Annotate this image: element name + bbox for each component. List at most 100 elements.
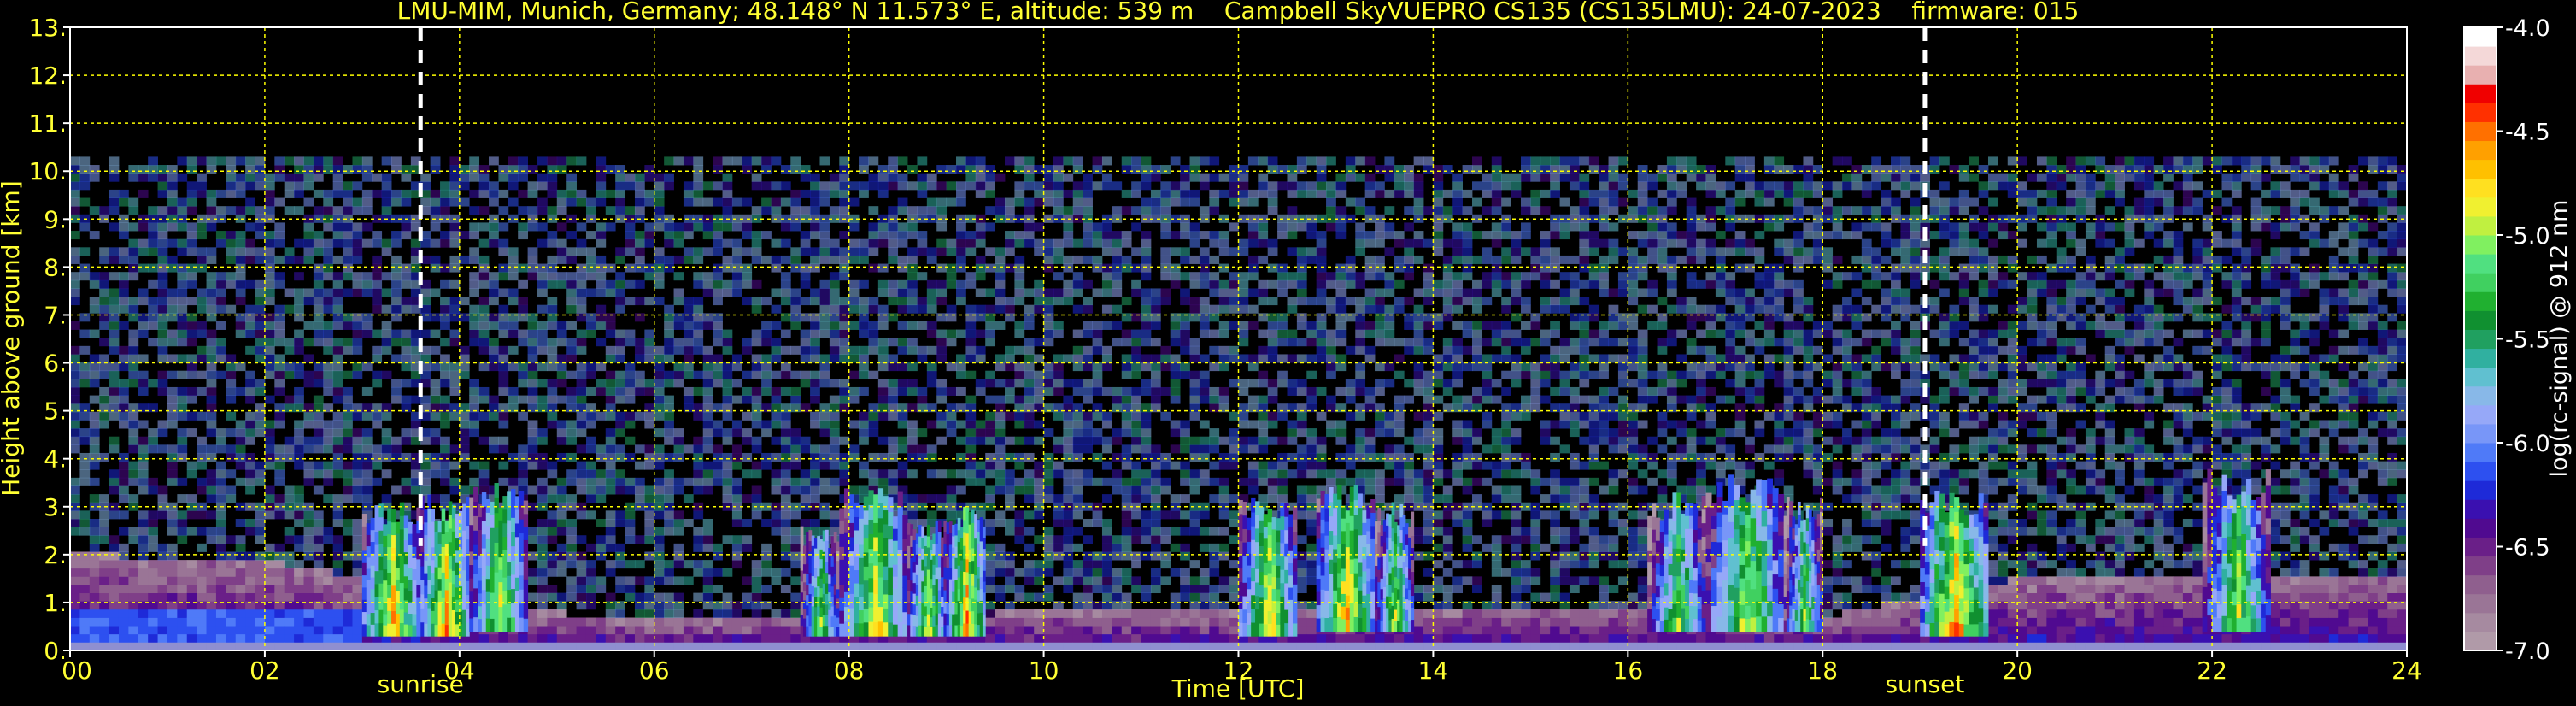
heatmap-cell	[401, 338, 412, 347]
heatmap-cell	[693, 535, 704, 544]
heatmap-cell	[79, 510, 91, 520]
heatmap-cell	[742, 518, 753, 528]
heatmap-cell	[985, 551, 996, 561]
heatmap-cell	[780, 609, 791, 618]
heatmap-cell	[556, 255, 567, 264]
heatmap-cell	[985, 206, 996, 215]
heatmap-cell	[527, 461, 538, 470]
heatmap-cell	[1014, 189, 1025, 198]
ceilometer-chart: 00 02 04 06 08 10 12 14 16 18 20 22 24 0.1.2.3.4.5.6…	[0, 0, 2576, 706]
heatmap-cell	[780, 428, 791, 438]
heatmap-cell	[800, 247, 811, 256]
heatmap-cell	[372, 411, 383, 421]
heatmap-cell	[566, 304, 577, 314]
heatmap-cell	[1014, 395, 1025, 404]
heatmap-cell	[956, 255, 966, 264]
heatmap-cell	[118, 304, 129, 314]
heatmap-cell	[829, 411, 840, 421]
heatmap-cell	[498, 263, 509, 273]
heatmap-cell	[1229, 165, 1239, 174]
heatmap-cell	[1101, 551, 1112, 561]
heatmap-cell	[537, 592, 548, 602]
heatmap-cell	[839, 206, 850, 215]
heatmap-cell	[226, 231, 237, 240]
heatmap-cell	[264, 617, 275, 627]
heatmap-cell	[313, 206, 324, 215]
heatmap-cell	[1121, 370, 1132, 379]
heatmap-cell	[1053, 354, 1064, 363]
heatmap-cell	[859, 321, 869, 330]
heatmap-cell	[664, 469, 674, 479]
heatmap-cell	[323, 494, 334, 503]
heatmap-cell	[1092, 288, 1103, 297]
heatmap-cell	[148, 165, 158, 174]
heatmap-cell	[343, 518, 353, 528]
heatmap-cell	[1024, 395, 1035, 404]
heatmap-cell	[79, 551, 91, 561]
heatmap-cell	[547, 345, 558, 355]
heatmap-cell	[294, 362, 304, 372]
heatmap-cell	[157, 181, 168, 191]
heatmap-cell	[907, 510, 918, 520]
heatmap-cell	[508, 272, 519, 281]
heatmap-cell	[693, 304, 704, 314]
heatmap-cell	[1199, 263, 1210, 273]
heatmap-cell	[537, 345, 548, 355]
heatmap-cell	[1189, 609, 1200, 618]
heatmap-cell	[226, 370, 237, 379]
heatmap-cell	[226, 584, 237, 594]
heatmap-cell	[975, 189, 986, 198]
heatmap-cell	[343, 485, 353, 495]
heatmap-cell	[1121, 297, 1132, 306]
heatmap-cell	[313, 617, 324, 627]
heatmap-cell	[1005, 452, 1015, 462]
heatmap-cell	[1229, 626, 1239, 635]
heatmap-cell	[1014, 485, 1025, 495]
heatmap-cell	[1092, 609, 1103, 618]
heatmap-cell	[518, 329, 529, 338]
heatmap-cell	[1150, 461, 1161, 470]
heatmap-cell	[1053, 362, 1064, 372]
heatmap-cell	[449, 255, 461, 264]
heatmap-cell	[352, 338, 363, 347]
heatmap-cell	[527, 642, 538, 651]
heatmap-cell	[751, 362, 762, 372]
heatmap-cell	[138, 576, 149, 585]
heatmap-cell	[284, 304, 295, 314]
heatmap-cell	[478, 263, 490, 273]
heatmap-cell	[751, 576, 762, 585]
heatmap-cell	[556, 247, 567, 256]
heatmap-cell	[157, 231, 168, 240]
heatmap-cell	[1053, 461, 1064, 470]
heatmap-cell	[1180, 469, 1190, 479]
heatmap-cell	[118, 362, 129, 372]
heatmap-cell	[70, 626, 80, 635]
heatmap-cell	[167, 354, 178, 363]
heatmap-cell	[323, 444, 334, 454]
heatmap-cell	[888, 452, 899, 462]
heatmap-cell	[761, 617, 772, 627]
heatmap-cell	[1043, 247, 1054, 256]
heatmap-cell	[1043, 321, 1054, 330]
heatmap-cell	[605, 279, 616, 289]
heatmap-cell	[1053, 386, 1064, 396]
heatmap-cell	[177, 444, 188, 454]
heatmap-cell	[683, 494, 694, 503]
heatmap-cell	[1131, 436, 1141, 445]
heatmap-cell	[625, 518, 636, 528]
heatmap-cell	[343, 321, 353, 330]
heatmap-cell	[615, 543, 625, 552]
heatmap-cell	[761, 461, 772, 470]
heatmap-cell	[99, 518, 109, 528]
heatmap-cell	[323, 304, 334, 314]
heatmap-cell	[771, 263, 782, 273]
heatmap-cell	[148, 222, 158, 232]
heatmap-cell	[138, 420, 149, 429]
heatmap-cell	[264, 642, 275, 651]
heatmap-cell	[1170, 428, 1181, 438]
heatmap-cell	[1189, 617, 1200, 627]
heatmap-cell	[1053, 156, 1064, 166]
heatmap-cell	[255, 297, 266, 306]
heatmap-cell	[469, 165, 480, 174]
heatmap-cell	[79, 452, 91, 462]
